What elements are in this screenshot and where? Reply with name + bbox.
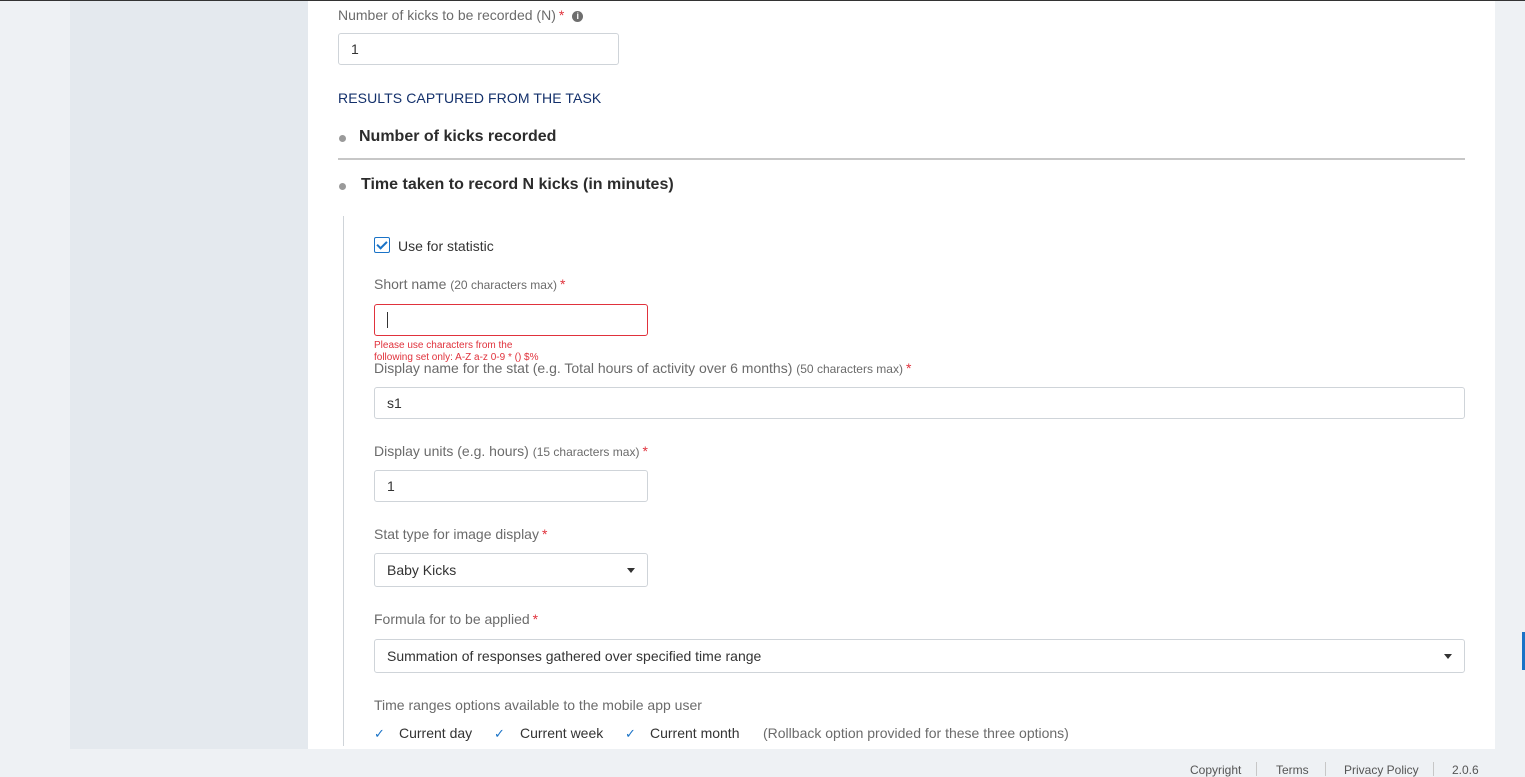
footer-separator [1325,762,1326,776]
stat-type-label: Stat type for image display * [374,526,547,542]
footer-privacy-link[interactable]: Privacy Policy [1344,763,1419,777]
formula-label-text: Formula for to be applied [374,611,530,627]
use-for-statistic-checkbox[interactable] [374,237,390,253]
display-units-input[interactable]: 1 [374,470,648,502]
footer-version: 2.0.6 [1452,763,1479,777]
info-icon[interactable]: i [572,10,584,22]
required-marker: * [541,526,548,542]
required-marker: * [642,443,648,459]
stat-type-select[interactable]: Baby Kicks [374,553,648,587]
display-name-hint: (50 characters max) [796,362,903,376]
caret-down-icon [1444,654,1452,659]
kicks-count-input[interactable]: 1 [338,33,619,65]
accordion-item-kicks-recorded[interactable]: Number of kicks recorded [359,128,556,146]
kicks-field-label-text: Number of kicks to be recorded (N) [338,7,556,23]
stat-type-value: Baby Kicks [387,562,457,578]
formula-label: Formula for to be applied * [374,611,538,627]
display-name-label-text: Display name for the stat (e.g. Total ho… [374,360,793,376]
footer-copyright-link[interactable]: Copyright [1190,763,1241,777]
footer-terms-link[interactable]: Terms [1276,763,1309,777]
formula-value: Summation of responses gathered over spe… [387,648,762,664]
required-marker: * [905,360,912,376]
stat-type-label-text: Stat type for image display [374,526,539,542]
required-marker: * [558,7,565,23]
check-icon: ✓ [494,726,505,741]
required-marker: * [532,611,539,627]
bullet-icon [339,183,346,190]
display-name-label: Display name for the stat (e.g. Total ho… [374,360,911,376]
time-ranges-label: Time ranges options available to the mob… [374,697,702,713]
divider [338,158,1465,160]
check-icon: ✓ [374,726,385,741]
display-name-value: s1 [387,395,402,411]
display-units-label-text: Display units (e.g. hours) [374,443,529,459]
display-name-input[interactable]: s1 [374,387,1465,419]
short-name-label-text: Short name [374,276,447,292]
check-icon: ✓ [625,726,636,741]
accordion-item-time-taken[interactable]: Time taken to record N kicks (in minutes… [361,176,674,194]
footer-separator [1433,762,1434,776]
display-units-hint: (15 characters max) [532,445,640,459]
expanded-section-line [343,216,344,746]
display-units-label: Display units (e.g. hours) (15 character… [374,443,648,459]
kicks-field-label: Number of kicks to be recorded (N) * i [338,7,584,23]
display-units-value: 1 [387,478,395,494]
footer-separator [1256,762,1257,776]
formula-select[interactable]: Summation of responses gathered over spe… [374,639,1465,673]
results-heading: RESULTS CAPTURED FROM THE TASK [338,90,602,106]
required-marker: * [559,276,566,292]
time-range-current-month: Current month [650,725,740,741]
short-name-hint: (20 characters max) [450,278,557,292]
time-range-current-day: Current day [399,725,473,741]
left-sidebar-panel [70,1,308,749]
caret-down-icon [627,568,635,573]
short-name-label: Short name (20 characters max) * [374,276,565,292]
text-cursor [387,312,388,328]
time-range-current-week: Current week [520,725,604,741]
kicks-count-value: 1 [351,41,359,57]
short-name-input[interactable] [374,304,648,336]
bullet-icon [339,135,346,142]
rollback-note: (Rollback option provided for these thre… [763,725,1069,741]
use-for-statistic-label[interactable]: Use for statistic [398,238,494,254]
